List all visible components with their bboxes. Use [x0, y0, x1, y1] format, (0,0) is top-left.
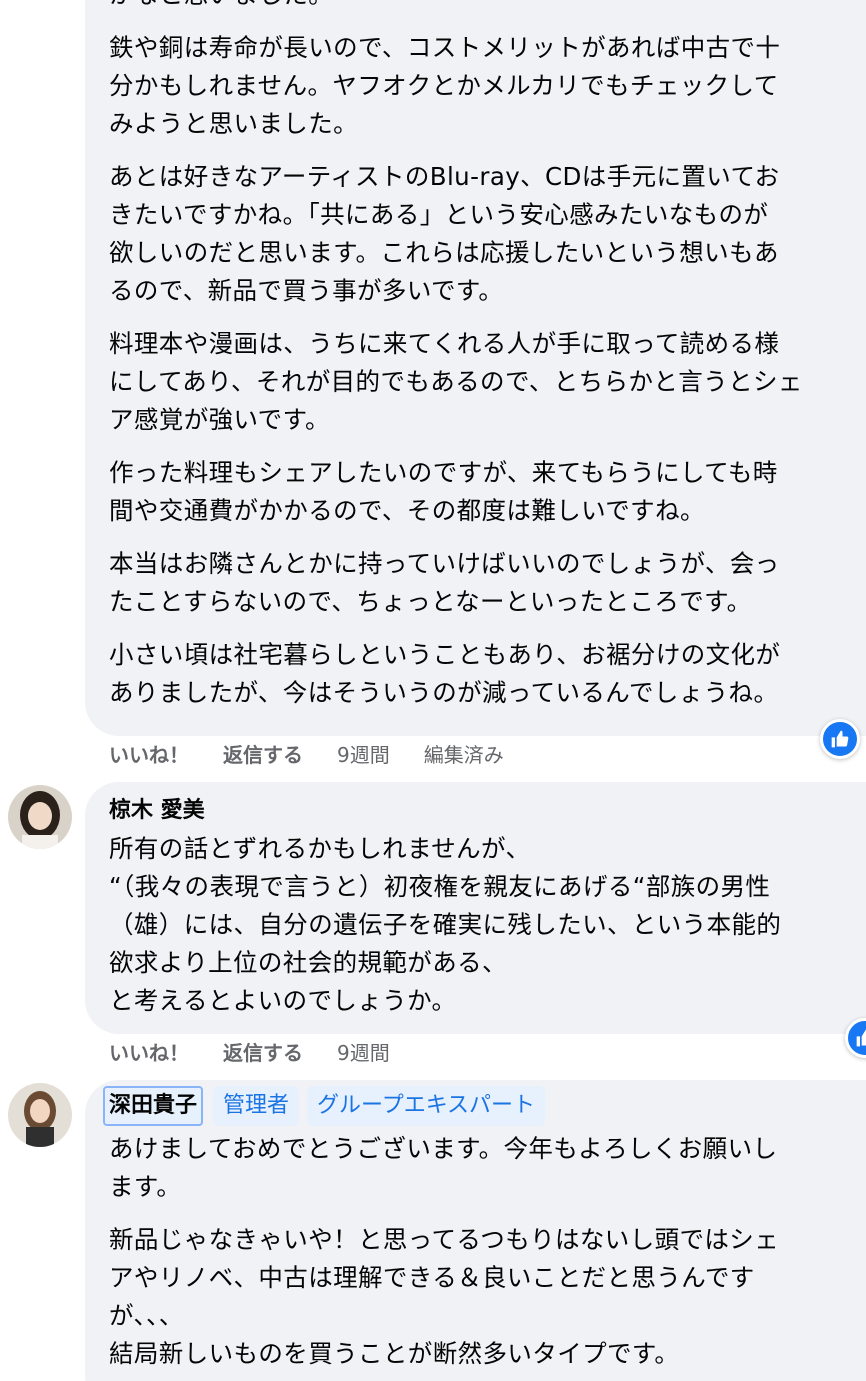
avatar[interactable]	[8, 1083, 72, 1147]
comment-text-line: 料理本や漫画は、うちに来てくれる人が手に取って読める様	[109, 329, 780, 358]
comment-text-line: アやリノベ、中古は理解できる＆良いことだと思うんです	[109, 1263, 755, 1292]
comment-text-line: と考えるとよいのでしょうか。	[109, 986, 457, 1015]
comment-text-line: （雄）には、自分の遺伝子を確実に残したい、という本能的	[109, 910, 782, 939]
edited-label: 編集済み	[423, 743, 504, 767]
comment-text-line: 結局新しいものを買うことが断然多いタイプです。	[109, 1339, 680, 1368]
comment-text-line: あけましておめでとうございます。今年もよろしくお願いし	[109, 1134, 778, 1163]
comment-text-line: 鉄や銅は寿命が長いので、コストメリットがあれば中古で十	[109, 33, 781, 62]
comment-text-line: 新品じゃなきゃいや！と思ってるつもりはないし頭ではシェ	[109, 1225, 780, 1254]
comment-text-line: たことすらないので、ちょっとなーといったところです。	[109, 587, 752, 616]
comment-text-line: みようと思いました。	[109, 109, 358, 138]
comment-text-line: ア感覚が強いです。	[109, 405, 330, 434]
comment-paragraph: 新品じゃなきゃいや！と思ってるつもりはないし頭ではシェ アやリノベ、中古は理解でき…	[109, 1221, 866, 1373]
comment-text-line: にしてあり、それが目的でもあるので、とちらかと言うとシェ	[109, 367, 803, 396]
comment-text-line: 欲しいのだと思います。これらは応援したいという想いもあ	[109, 238, 779, 267]
like-button[interactable]: いいね！	[109, 1038, 189, 1068]
comment-text-line: かなと思いました。	[109, 0, 866, 14]
comment-text-line: ありましたが、今はそういうのが減っているんでしょうね。	[109, 678, 779, 707]
comment-text-line: 作った料理もシェアしたいのですが、来てもらうにしても時	[109, 458, 778, 487]
comment-paragraph: 小さい頃は社宅暮らしということもあり、お裾分けの文化が ありましたが、今はそういう…	[109, 636, 866, 712]
like-button[interactable]: いいね！	[109, 740, 189, 770]
avatar[interactable]	[8, 785, 72, 849]
comment-paragraph: 鉄や銅は寿命が長いので、コストメリットがあれば中古で十 分かもしれません。ヤフオク…	[109, 29, 866, 143]
comment-3-header: 深田貴子 管理者 グループエキスパート	[103, 1086, 866, 1130]
comment-bubble-1: かなと思いました。鉄や銅は寿命が長いので、コストメリットがあれば中古で十分かもし…	[85, 0, 866, 736]
comment-author[interactable]: 深田貴子	[103, 1086, 204, 1126]
comment-1-actions: いいね！ 返信する 9週間 編集済み	[109, 740, 504, 770]
comment-2-body: 所有の話とずれるかもしれませんが、 “（我々の表現で言うと）初夜権を親友にあげる“…	[109, 830, 866, 1020]
reply-button[interactable]: 返信する	[223, 1038, 303, 1068]
comment-bubble-2: 椋木 愛美 所有の話とずれるかもしれませんが、 “（我々の表現で言うと）初夜権を親…	[85, 782, 866, 1034]
comment-3-body: あけましておめでとうございます。今年もよろしくお願いし ます。新品じゃなきゃいや！…	[103, 1130, 866, 1373]
comment-author[interactable]: 椋木 愛美	[109, 796, 866, 826]
comment-time[interactable]: 9週間	[337, 740, 390, 770]
comment-paragraph: かなと思いました。	[109, 0, 866, 14]
comment-paragraph: 本当はお隣さんとかに持っていけばいいのでしょうが、会っ たことすらないので、ちょっ…	[109, 545, 866, 621]
like-reaction-icon[interactable]	[820, 719, 860, 759]
comment-paragraph: あけましておめでとうございます。今年もよろしくお願いし ます。	[109, 1130, 866, 1206]
comment-text-line: “（我々の表現で言うと）初夜権を親友にあげる“部族の男性	[109, 872, 771, 901]
comment-2-actions: いいね！ 返信する 9週間	[109, 1038, 390, 1068]
comment-text-line: るので、新品で買う事が多いです。	[109, 276, 504, 305]
comment-bubble-3: 深田貴子 管理者 グループエキスパート あけましておめでとうございます。今年もよろし…	[85, 1080, 866, 1381]
comment-text-line: が、、、	[109, 1301, 184, 1330]
comment-text-line: きたいですかね。「共にある」という安心感みたいなものが	[109, 200, 769, 229]
comment-paragraph: 作った料理もシェアしたいのですが、来てもらうにしても時 間や交通費がかかるので、そ…	[109, 454, 866, 530]
comment-text-line: あとは好きなアーティストのBlu-ray、CDは手元に置いてお	[109, 162, 780, 191]
group-expert-badge[interactable]: グループエキスパート	[307, 1086, 546, 1126]
comment-1-body: かなと思いました。鉄や銅は寿命が長いので、コストメリットがあれば中古で十分かもし…	[109, 0, 866, 712]
comment-paragraph: 料理本や漫画は、うちに来てくれる人が手に取って読める様 にしてあり、それが目的でも…	[109, 325, 866, 439]
comment-text-line: 本当はお隣さんとかに持っていけばいいのでしょうが、会っ	[109, 549, 780, 578]
comment-text-line: 小さい頃は社宅暮らしということもあり、お裾分けの文化が	[109, 640, 781, 669]
comment-paragraph: あとは好きなアーティストのBlu-ray、CDは手元に置いてお きたいですかね。「…	[109, 158, 866, 310]
comment-paragraph: 所有の話とずれるかもしれませんが、 “（我々の表現で言うと）初夜権を親友にあげる“…	[109, 830, 866, 1020]
comment-text-line: 分かもしれません。ヤフオクとかメルカリでもチェックして	[109, 71, 779, 100]
comment-text-line: 欲求より上位の社会的規範がある、	[109, 948, 507, 977]
reply-button[interactable]: 返信する	[223, 740, 303, 770]
comment-text-line: 所有の話とずれるかもしれませんが、	[109, 834, 531, 863]
comment-time[interactable]: 9週間	[337, 1038, 390, 1068]
comment-text-line: ます。	[109, 1172, 182, 1201]
comment-thread: かなと思いました。鉄や銅は寿命が長いので、コストメリットがあれば中古で十分かもし…	[0, 0, 866, 1381]
admin-badge[interactable]: 管理者	[213, 1086, 300, 1126]
comment-text-line: 間や交通費がかかるので、その都度は難しいですね。	[109, 496, 705, 525]
